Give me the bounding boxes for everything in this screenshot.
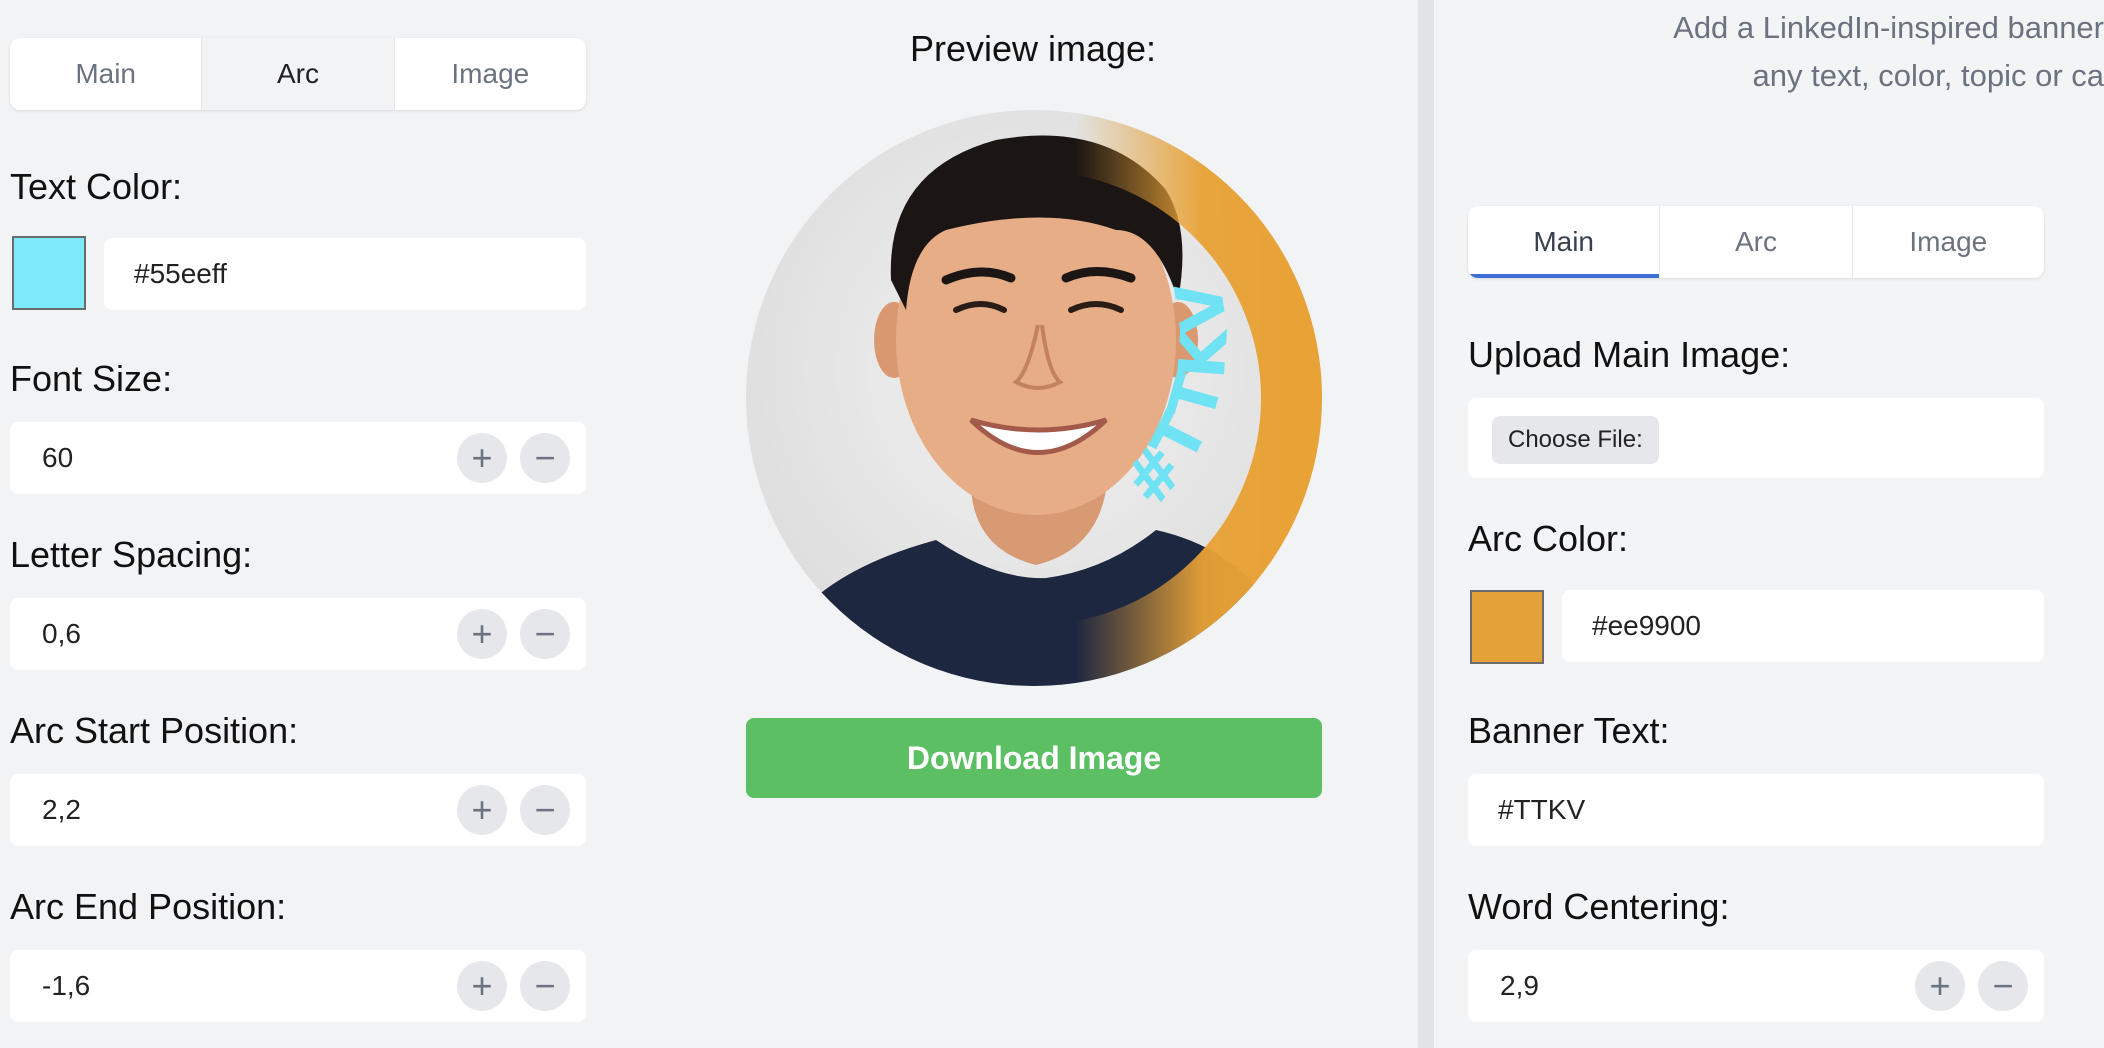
arc-start-increment-button[interactable]: +	[457, 785, 507, 835]
arc-end-stepper[interactable]: -1,6 + −	[10, 950, 586, 1022]
arc-end-value[interactable]: -1,6	[42, 950, 90, 1022]
tab-image[interactable]: Image	[1853, 206, 2044, 278]
tab-arc[interactable]: Arc	[1660, 206, 1853, 278]
text-color-input[interactable]: #55eeff	[104, 238, 586, 310]
word-centering-increment-button[interactable]: +	[1915, 961, 1965, 1011]
banner-text-input[interactable]: #TTKV	[1468, 774, 2044, 846]
editor-secondary-pane: Add a LinkedIn-inspired banner any text,…	[1434, 0, 2104, 1048]
font-size-value[interactable]: 60	[42, 422, 73, 494]
word-centering-label: Word Centering:	[1468, 886, 1730, 927]
choose-file-button[interactable]: Choose File:	[1492, 416, 1659, 464]
word-centering-decrement-button[interactable]: −	[1978, 961, 2028, 1011]
letter-spacing-decrement-button[interactable]: −	[520, 609, 570, 659]
download-image-button[interactable]: Download Image	[746, 718, 1322, 798]
arc-start-label: Arc Start Position:	[10, 710, 299, 751]
word-centering-stepper[interactable]: 2,9 + −	[1468, 950, 2044, 1022]
font-size-stepper[interactable]: 60 + −	[10, 422, 586, 494]
arc-color-swatch[interactable]	[1470, 590, 1544, 664]
arc-end-decrement-button[interactable]: −	[520, 961, 570, 1011]
letter-spacing-increment-button[interactable]: +	[457, 609, 507, 659]
intro-line-1: Add a LinkedIn-inspired banner	[1673, 10, 2104, 45]
word-centering-value[interactable]: 2,9	[1500, 950, 1539, 1022]
arc-start-value[interactable]: 2,2	[42, 774, 81, 846]
letter-spacing-value[interactable]: 0,6	[42, 598, 81, 670]
pane-divider[interactable]	[1418, 0, 1434, 1048]
arc-end-label: Arc End Position:	[10, 886, 287, 927]
editor-main-pane: Main Arc Image Text Color: #55eeff Font …	[0, 0, 1418, 1048]
settings-tabs-secondary: Main Arc Image	[1468, 206, 2044, 278]
upload-main-image-label: Upload Main Image:	[1468, 334, 1791, 375]
intro-line-2: any text, color, topic or ca	[1752, 58, 2104, 93]
tab-main[interactable]: Main	[1468, 206, 1661, 278]
text-color-swatch[interactable]	[12, 236, 86, 310]
upload-main-image-field[interactable]: Choose File:	[1468, 398, 2044, 478]
arc-start-decrement-button[interactable]: −	[520, 785, 570, 835]
font-size-label: Font Size:	[10, 358, 173, 399]
tab-arc[interactable]: Arc	[202, 38, 395, 110]
tab-image[interactable]: Image	[395, 38, 586, 110]
profile-photo-with-banner: #TTKV	[746, 110, 1322, 686]
arc-color-label: Arc Color:	[1468, 518, 1629, 559]
preview-title: Preview image:	[909, 28, 1157, 69]
font-size-decrement-button[interactable]: −	[520, 433, 570, 483]
arc-start-stepper[interactable]: 2,2 + −	[10, 774, 586, 846]
preview-image: #TTKV	[746, 110, 1322, 686]
arc-color-input[interactable]: #ee9900	[1562, 590, 2044, 662]
tab-main[interactable]: Main	[10, 38, 203, 110]
letter-spacing-label: Letter Spacing:	[10, 534, 253, 575]
arc-end-increment-button[interactable]: +	[457, 961, 507, 1011]
letter-spacing-stepper[interactable]: 0,6 + −	[10, 598, 586, 670]
font-size-increment-button[interactable]: +	[457, 433, 507, 483]
text-color-label: Text Color:	[10, 166, 183, 207]
banner-text-label: Banner Text:	[1468, 710, 1670, 751]
intro-text: Add a LinkedIn-inspired banner any text,…	[1673, 4, 2104, 100]
settings-tabs: Main Arc Image	[10, 38, 586, 110]
